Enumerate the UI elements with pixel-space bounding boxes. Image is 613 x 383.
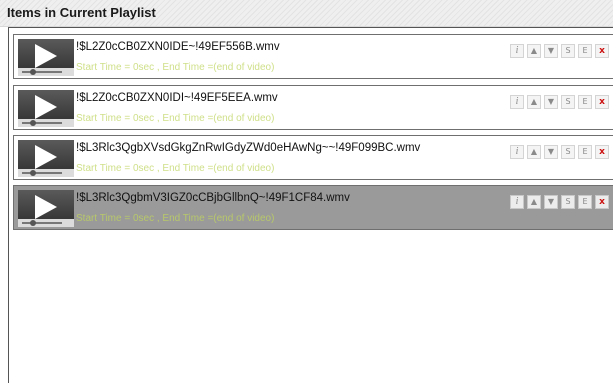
set-start-button[interactable]: S: [561, 145, 575, 159]
remove-button[interactable]: x: [595, 44, 609, 58]
item-time-info: Start Time = 0sec , End Time =(end of vi…: [76, 113, 275, 124]
move-down-button[interactable]: ▼: [544, 95, 558, 109]
panel-title: Items in Current Playlist: [7, 5, 156, 20]
item-time-info: Start Time = 0sec , End Time =(end of vi…: [76, 213, 275, 224]
move-up-button[interactable]: ▲: [527, 44, 541, 58]
item-file-name: !$L2Z0cCB0ZXN0IDE~!49EF556B.wmv: [76, 41, 280, 53]
item-time-info: Start Time = 0sec , End Time =(end of vi…: [76, 163, 275, 174]
video-thumbnail-icon: [18, 190, 74, 227]
set-end-button[interactable]: E: [578, 95, 592, 109]
item-controls: i ▲ ▼ S E x: [510, 145, 609, 159]
info-button[interactable]: i: [510, 195, 524, 209]
set-start-button[interactable]: S: [561, 95, 575, 109]
move-up-button[interactable]: ▲: [527, 145, 541, 159]
set-end-button[interactable]: E: [578, 195, 592, 209]
info-button[interactable]: i: [510, 95, 524, 109]
set-end-button[interactable]: E: [578, 145, 592, 159]
playlist-list: !$L2Z0cCB0ZXN0IDE~!49EF556B.wmv Start Ti…: [8, 27, 613, 383]
remove-button[interactable]: x: [595, 145, 609, 159]
move-down-button[interactable]: ▼: [544, 195, 558, 209]
playlist-item[interactable]: !$L2Z0cCB0ZXN0IDE~!49EF556B.wmv Start Ti…: [13, 34, 613, 79]
item-controls: i ▲ ▼ S E x: [510, 44, 609, 58]
playlist-item-selected[interactable]: !$L3Rlc3QgbmV3IGZ0cCBjbGllbnQ~!49F1CF84.…: [13, 185, 613, 230]
item-controls: i ▲ ▼ S E x: [510, 195, 609, 209]
item-file-name: !$L2Z0cCB0ZXN0IDI~!49EF5EEA.wmv: [76, 92, 278, 104]
info-button[interactable]: i: [510, 44, 524, 58]
item-time-info: Start Time = 0sec , End Time =(end of vi…: [76, 62, 275, 73]
playlist-item[interactable]: !$L3Rlc3QgbXVsdGkgZnRwIGdyZWd0eHAwNg~~!4…: [13, 135, 613, 180]
move-up-button[interactable]: ▲: [527, 95, 541, 109]
video-thumbnail-icon: [18, 39, 74, 76]
set-end-button[interactable]: E: [578, 44, 592, 58]
remove-button[interactable]: x: [595, 195, 609, 209]
item-file-name: !$L3Rlc3QgbmV3IGZ0cCBjbGllbnQ~!49F1CF84.…: [76, 192, 350, 204]
item-file-name: !$L3Rlc3QgbXVsdGkgZnRwIGdyZWd0eHAwNg~~!4…: [76, 142, 421, 154]
item-controls: i ▲ ▼ S E x: [510, 95, 609, 109]
playlist-item[interactable]: !$L2Z0cCB0ZXN0IDI~!49EF5EEA.wmv Start Ti…: [13, 85, 613, 130]
move-up-button[interactable]: ▲: [527, 195, 541, 209]
video-thumbnail-icon: [18, 90, 74, 127]
move-down-button[interactable]: ▼: [544, 145, 558, 159]
panel-header: Items in Current Playlist: [0, 0, 613, 27]
remove-button[interactable]: x: [595, 95, 609, 109]
info-button[interactable]: i: [510, 145, 524, 159]
set-start-button[interactable]: S: [561, 195, 575, 209]
move-down-button[interactable]: ▼: [544, 44, 558, 58]
video-thumbnail-icon: [18, 140, 74, 177]
set-start-button[interactable]: S: [561, 44, 575, 58]
